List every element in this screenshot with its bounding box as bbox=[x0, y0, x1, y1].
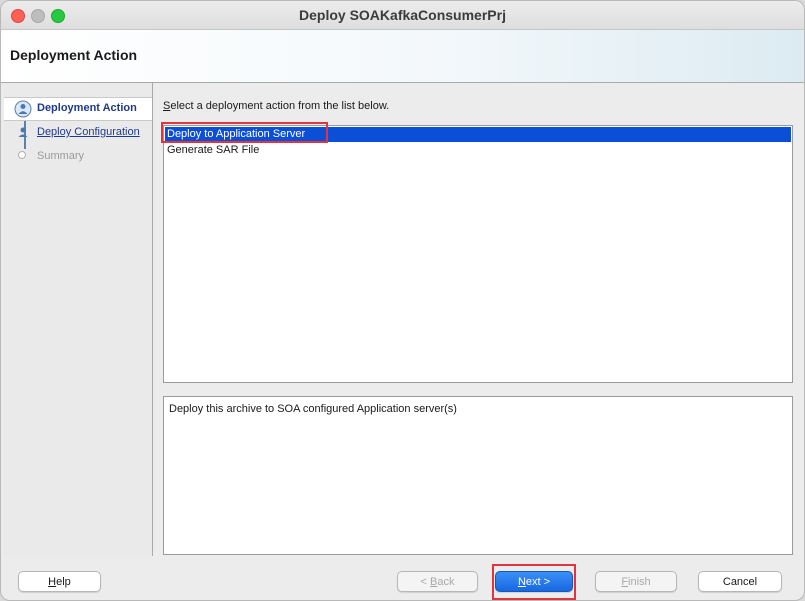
list-item-deploy-to-application-server[interactable]: Deploy to Application Server bbox=[165, 127, 791, 142]
button-label: < bbox=[420, 576, 430, 588]
wizard-navigation: Deployment Action Deploy Configuration S… bbox=[4, 83, 153, 556]
title-bar: Deploy SOAKafkaConsumerPrj bbox=[1, 1, 804, 30]
button-label: ext > bbox=[525, 576, 551, 588]
instruction-text: Select a deployment action from the list… bbox=[163, 100, 389, 112]
mnemonic-char: N bbox=[517, 576, 526, 588]
cancel-button[interactable]: Cancel bbox=[698, 571, 782, 592]
nav-item-deploy-configuration[interactable]: Deploy Configuration bbox=[4, 122, 152, 144]
list-item-generate-sar-file[interactable]: Generate SAR File bbox=[165, 143, 791, 158]
person-train-stop-icon bbox=[14, 100, 32, 118]
nav-item-deployment-action[interactable]: Deployment Action bbox=[4, 97, 152, 121]
next-button[interactable]: Next > bbox=[495, 571, 573, 592]
button-label: ack bbox=[437, 576, 455, 588]
description-text: Deploy this archive to SOA configured Ap… bbox=[169, 403, 457, 415]
window-title: Deploy SOAKafkaConsumerPrj bbox=[299, 7, 506, 23]
empty-circle-icon bbox=[18, 151, 26, 159]
deploy-dialog: Deploy SOAKafkaConsumerPrj Deployment Ac… bbox=[0, 0, 805, 601]
description-panel: Deploy this archive to SOA configured Ap… bbox=[163, 396, 793, 555]
deployment-action-list[interactable]: Deploy to Application Server Generate SA… bbox=[163, 125, 793, 383]
mnemonic-char: H bbox=[48, 576, 57, 588]
button-label: elp bbox=[56, 576, 71, 588]
help-button[interactable]: Help bbox=[18, 571, 101, 592]
nav-item-summary: Summary bbox=[4, 146, 152, 168]
nav-item-label: Deploy Configuration bbox=[37, 126, 140, 138]
person-train-stop-icon bbox=[18, 127, 28, 137]
button-label: inish bbox=[628, 576, 651, 588]
instruction-rest: elect a deployment action from the list … bbox=[170, 100, 390, 112]
header-banner: Deployment Action bbox=[1, 30, 804, 83]
back-button[interactable]: < Back bbox=[397, 571, 478, 592]
nav-item-label: Deployment Action bbox=[37, 102, 137, 114]
finish-button[interactable]: Finish bbox=[595, 571, 677, 592]
nav-item-label: Summary bbox=[37, 150, 85, 162]
page-title: Deployment Action bbox=[10, 47, 138, 63]
